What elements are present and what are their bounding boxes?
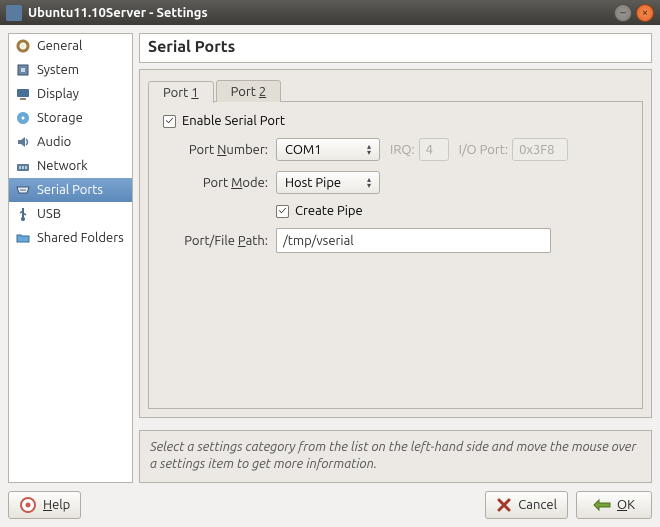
sidebar-item-network[interactable]: Network — [9, 154, 132, 178]
spinner-arrows-icon — [363, 177, 375, 189]
sidebar-item-label: System — [37, 63, 79, 77]
irq-label: IRQ: — [390, 143, 415, 157]
enable-port-checkbox[interactable] — [163, 115, 176, 128]
port-mode-combo[interactable]: Host Pipe — [276, 171, 380, 194]
port-number-row: Port Number: COM1 IRQ: 4 I/O Port: 0x3F8 — [163, 138, 628, 161]
usb-icon — [15, 206, 31, 222]
sidebar-item-usb[interactable]: USB — [9, 202, 132, 226]
create-pipe-label: Create Pipe — [295, 204, 363, 218]
minimize-button[interactable]: – — [614, 4, 632, 22]
content-box: Port 1 Port 2 Enable Serial Port Port Nu… — [139, 69, 652, 418]
sidebar-item-label: Network — [37, 159, 88, 173]
titlebar: Ubuntu11.10Server - Settings – × — [0, 0, 660, 25]
sidebar-item-general[interactable]: General — [9, 34, 132, 58]
tab-body: Enable Serial Port Port Number: COM1 IRQ… — [148, 101, 643, 409]
port-mode-row: Port Mode: Host Pipe — [163, 171, 628, 194]
network-icon — [15, 158, 31, 174]
sidebar-item-system[interactable]: System — [9, 58, 132, 82]
page-title: Serial Ports — [148, 38, 643, 56]
port-path-row: Port/File Path: — [163, 228, 628, 253]
monitor-icon — [15, 86, 31, 102]
sidebar-item-label: USB — [37, 207, 61, 221]
sidebar-item-label: Display — [37, 87, 79, 101]
disk-icon — [15, 110, 31, 126]
window-body: General System Display Storage Audio Net… — [0, 25, 660, 527]
sidebar-item-serial-ports[interactable]: Serial Ports — [9, 178, 132, 202]
sidebar-item-audio[interactable]: Audio — [9, 130, 132, 154]
help-button[interactable]: Help — [8, 491, 81, 519]
port-mode-label: Port Mode: — [163, 176, 268, 190]
serial-port-icon — [15, 182, 31, 198]
ioport-label: I/O Port: — [459, 143, 508, 157]
cancel-button[interactable]: Cancel — [485, 491, 568, 519]
irq-value: 4 — [419, 138, 449, 161]
close-button[interactable]: × — [636, 4, 654, 22]
settings-sidebar: General System Display Storage Audio Net… — [8, 33, 133, 483]
port-number-value: COM1 — [285, 143, 322, 157]
enable-port-label: Enable Serial Port — [182, 114, 285, 128]
port-path-input[interactable] — [276, 228, 551, 253]
spinner-arrows-icon — [363, 144, 375, 156]
page-header: Serial Ports — [139, 33, 652, 63]
sidebar-item-shared-folders[interactable]: Shared Folders — [9, 226, 132, 250]
ok-icon — [593, 498, 611, 512]
right-pane: Serial Ports Port 1 Port 2 Enable Serial… — [139, 33, 652, 483]
enable-port-row: Enable Serial Port — [163, 114, 628, 128]
panels: General System Display Storage Audio Net… — [8, 33, 652, 483]
sidebar-item-label: General — [37, 39, 82, 53]
tab-port-2[interactable]: Port 2 — [216, 80, 282, 102]
gear-icon — [15, 38, 31, 54]
folder-icon — [15, 230, 31, 246]
window-title: Ubuntu11.10Server - Settings — [28, 6, 610, 20]
sidebar-item-display[interactable]: Display — [9, 82, 132, 106]
sidebar-item-label: Audio — [37, 135, 71, 149]
port-path-label: Port/File Path: — [163, 234, 268, 248]
sidebar-item-label: Serial Ports — [37, 183, 103, 197]
tabs-row: Port 1 Port 2 — [148, 78, 643, 102]
app-icon — [6, 5, 22, 21]
hint-box: Select a settings category from the list… — [139, 430, 652, 483]
speaker-icon — [15, 134, 31, 150]
cancel-label: Cancel — [518, 498, 557, 512]
ok-button[interactable]: OK — [576, 491, 652, 519]
button-row: Help Cancel OK — [8, 483, 652, 519]
help-icon — [19, 496, 37, 514]
port-number-label: Port Number: — [163, 143, 268, 157]
create-pipe-checkbox[interactable] — [276, 205, 289, 218]
chip-icon — [15, 62, 31, 78]
sidebar-item-label: Storage — [37, 111, 83, 125]
cancel-icon — [496, 497, 512, 513]
port-number-combo[interactable]: COM1 — [276, 138, 380, 161]
tab-port-1[interactable]: Port 1 — [148, 81, 214, 103]
sidebar-item-storage[interactable]: Storage — [9, 106, 132, 130]
ioport-value: 0x3F8 — [512, 138, 568, 161]
sidebar-item-label: Shared Folders — [37, 231, 124, 245]
port-mode-value: Host Pipe — [285, 176, 341, 190]
create-pipe-row: Create Pipe — [163, 204, 628, 218]
